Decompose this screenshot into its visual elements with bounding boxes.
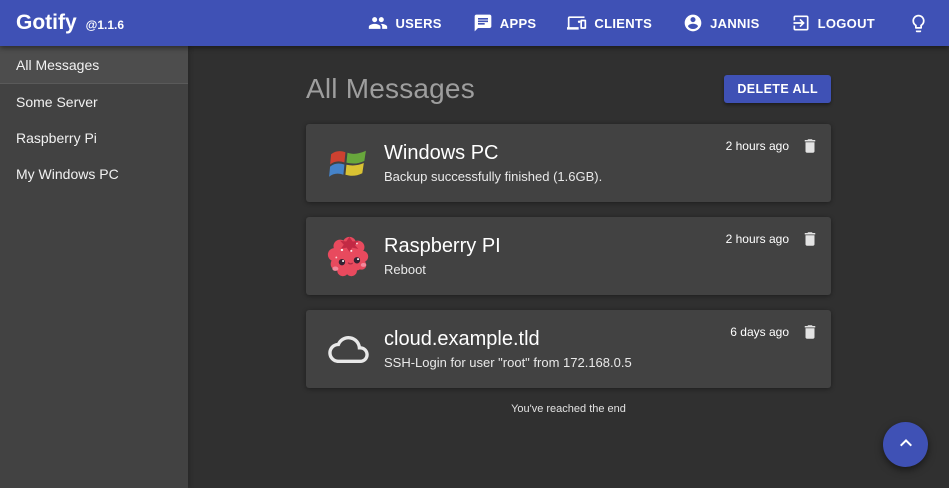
nav-apps-label: APPS: [500, 16, 537, 31]
message-timestamp: 6 days ago: [730, 325, 789, 339]
sidebar-item-my-windows-pc[interactable]: My Windows PC: [0, 156, 188, 192]
page-title: All Messages: [306, 73, 475, 105]
nav-users-label: USERS: [395, 16, 441, 31]
nav-apps-button[interactable]: APPS: [471, 7, 539, 39]
message-card: cloud.example.tld SSH-Login for user "ro…: [306, 310, 831, 388]
page-header: All Messages DELETE ALL: [306, 73, 831, 105]
logout-icon: [791, 13, 811, 33]
nav-clients-label: CLIENTS: [594, 16, 652, 31]
sidebar-item-label: Raspberry Pi: [16, 130, 97, 146]
sidebar-item-raspberry-pi[interactable]: Raspberry Pi: [0, 120, 188, 156]
message-title: Raspberry PI: [384, 235, 699, 258]
message-meta: 2 hours ago: [726, 137, 819, 155]
message-timestamp: 2 hours ago: [726, 139, 789, 153]
nav-users-button[interactable]: USERS: [366, 7, 443, 39]
main-area: All Messages DELETE ALL Windows PC Backu…: [188, 46, 949, 488]
app-brand: Gotify: [16, 11, 77, 35]
scroll-to-top-button[interactable]: [883, 422, 928, 467]
sidebar-item-label: My Windows PC: [16, 166, 119, 182]
windows-logo-icon: [326, 141, 371, 186]
theme-toggle-button[interactable]: [906, 7, 931, 40]
message-body: SSH-Login for user "root" from 172.168.0…: [384, 355, 699, 370]
delete-message-button[interactable]: [801, 230, 819, 248]
end-of-list-note: You've reached the end: [306, 403, 831, 415]
content-column: All Messages DELETE ALL Windows PC Backu…: [306, 73, 831, 415]
trash-icon: [801, 230, 819, 248]
users-icon: [368, 13, 388, 33]
sidebar: All Messages Some Server Raspberry Pi My…: [0, 46, 188, 488]
nav-clients-button[interactable]: CLIENTS: [565, 7, 654, 39]
message-timestamp: 2 hours ago: [726, 232, 789, 246]
delete-message-button[interactable]: [801, 323, 819, 341]
sidebar-item-label: All Messages: [16, 57, 99, 73]
message-meta: 2 hours ago: [726, 230, 819, 248]
nav-account-button[interactable]: JANNIS: [681, 7, 761, 39]
chevron-up-icon: [894, 431, 918, 458]
chat-icon: [473, 13, 493, 33]
sidebar-item-label: Some Server: [16, 94, 98, 110]
message-body: Backup successfully finished (1.6GB).: [384, 169, 699, 184]
lightbulb-icon: [908, 13, 929, 34]
message-meta: 6 days ago: [730, 323, 819, 341]
nav-logout-label: LOGOUT: [818, 16, 875, 31]
message-title: cloud.example.tld: [384, 328, 699, 351]
message-title: Windows PC: [384, 142, 699, 165]
app-version: @1.1.6: [86, 18, 124, 32]
trash-icon: [801, 323, 819, 341]
raspberry-icon: [326, 234, 371, 279]
sidebar-item-some-server[interactable]: Some Server: [0, 84, 188, 120]
top-navbar: Gotify @1.1.6 USERS APPS CLIENTS JANNIS …: [0, 0, 949, 46]
devices-icon: [567, 13, 587, 33]
delete-message-button[interactable]: [801, 137, 819, 155]
delete-all-button[interactable]: DELETE ALL: [724, 75, 831, 103]
message-card: Raspberry PI Reboot 2 hours ago: [306, 217, 831, 295]
message-body: Reboot: [384, 262, 699, 277]
message-card: Windows PC Backup successfully finished …: [306, 124, 831, 202]
sidebar-item-all-messages[interactable]: All Messages: [0, 46, 188, 84]
nav-logout-button[interactable]: LOGOUT: [789, 7, 877, 39]
nav-account-label: JANNIS: [710, 16, 759, 31]
cloud-icon: [326, 327, 371, 372]
trash-icon: [801, 137, 819, 155]
account-circle-icon: [683, 13, 703, 33]
